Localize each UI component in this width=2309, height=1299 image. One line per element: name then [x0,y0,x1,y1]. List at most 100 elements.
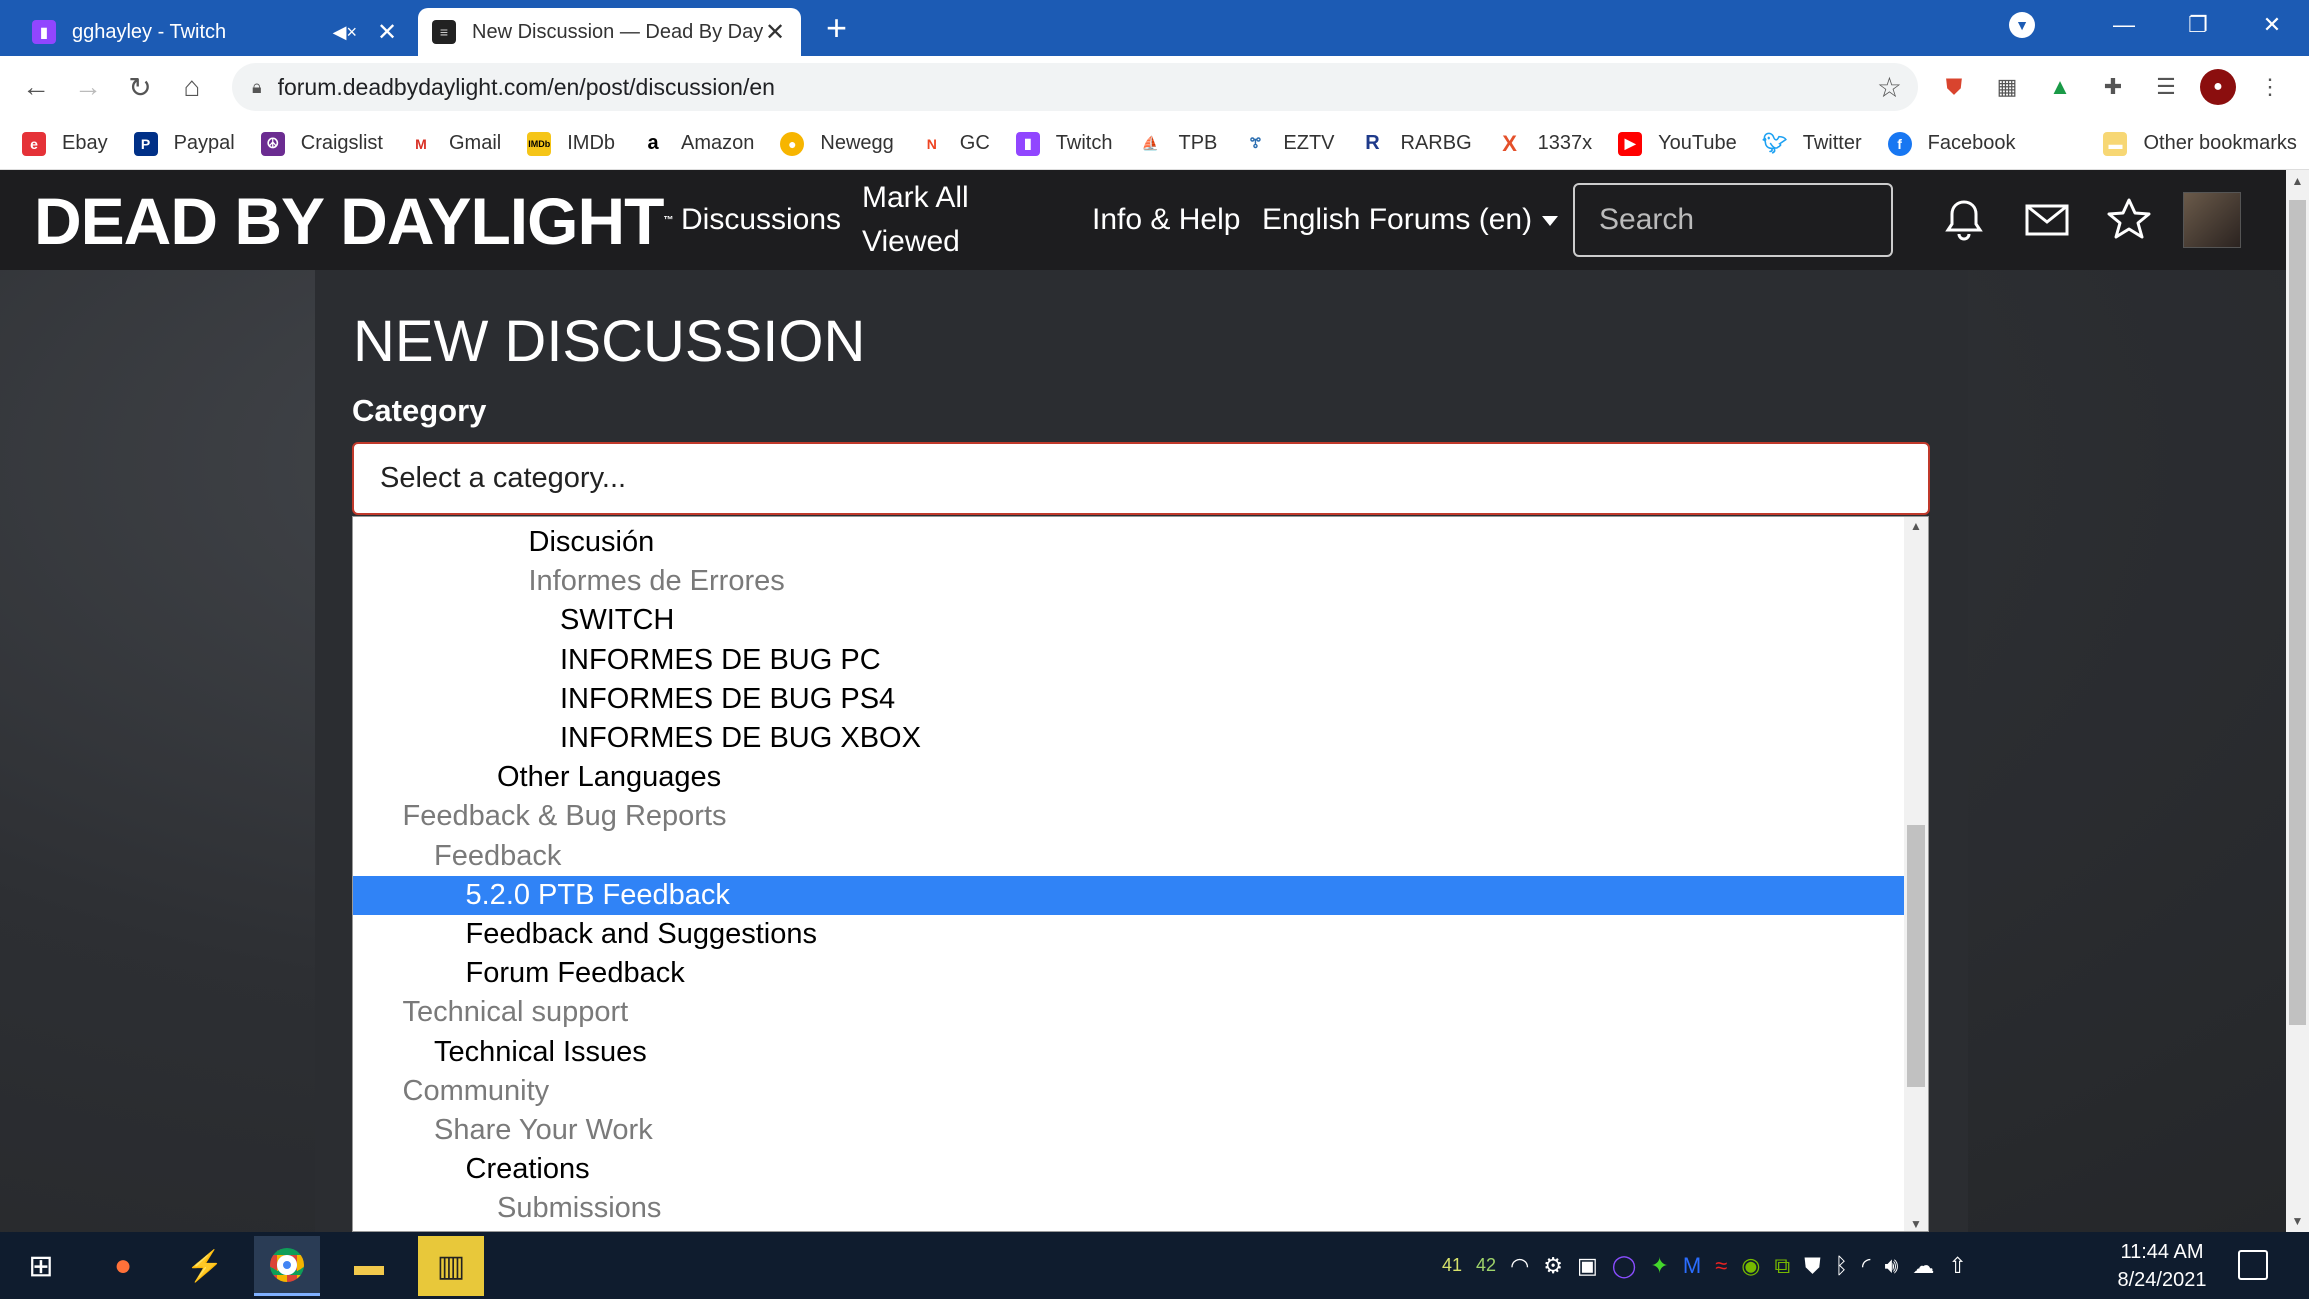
chart-app-icon[interactable]: ▥ [418,1236,484,1296]
tab-twitch[interactable]: ▮ gghayley - Twitch ◀× ✕ [18,8,413,56]
dropdown-option[interactable]: INFORMES DE BUG PC [353,641,1904,680]
epic-games-icon[interactable]: ▣ [1577,1253,1598,1279]
other-bookmarks[interactable]: ▬ Other bookmarks [2103,131,2297,156]
bookmark-ebay[interactable]: e Ebay [22,131,108,156]
page-scrollbar[interactable]: ▲ ▼ [2286,170,2309,1232]
shield-extension-icon[interactable]: ⛊ [1935,68,1973,106]
nvidia-share-icon[interactable]: ⧉ [1774,1253,1790,1279]
windows-start-icon[interactable]: ⊞ [8,1236,74,1296]
arc-icon[interactable]: ◠ [1510,1253,1529,1279]
bookmark-newegg[interactable]: ● Newegg [780,131,894,156]
volume-icon[interactable]: 🔊︎ [1884,1253,1898,1279]
bell-icon[interactable] [1940,196,1988,244]
malwarebytes-icon[interactable]: M [1683,1253,1701,1279]
close-window-button[interactable]: ✕ [2235,12,2309,38]
menu-kebab-icon[interactable]: ⋮ [2251,68,2289,106]
mail-icon[interactable] [2023,196,2071,244]
new-tab-button[interactable]: + [826,10,847,46]
system-clock[interactable]: 11:44 AM 8/24/2021 [2112,1238,2212,1294]
bookmark-1337x[interactable]: X 1337x [1497,131,1592,156]
dropdown-option-selected[interactable]: 5.2.0 PTB Feedback [353,875,1904,915]
razer-icon[interactable]: ✦ [1650,1253,1668,1279]
home-button[interactable]: ⌂ [166,71,218,103]
back-button[interactable]: ← [10,71,62,103]
twitch-icon: ▮ [32,20,56,44]
url-text[interactable]: forum.deadbydaylight.com/en/post/discuss… [278,74,1877,101]
dropdown-option[interactable]: Creations [353,1150,1904,1189]
restore-button[interactable]: ❐ [2161,12,2235,38]
bookmark-gc[interactable]: N GC [919,131,990,156]
bookmark-gmail[interactable]: M Gmail [409,131,501,156]
cpu-temp-readout[interactable]: 41 [1442,1255,1462,1276]
category-select[interactable]: Select a category... [352,442,1930,515]
site-logo[interactable]: DEAD BY DAYLIGHT™ [34,186,673,256]
scroll-down-arrow[interactable]: ▼ [1904,1217,1928,1231]
wifi-icon[interactable]: ◜ [1862,1253,1871,1279]
drive-extension-icon[interactable]: ▲ [2041,68,2079,106]
reading-list-icon[interactable]: ☰ [2147,68,2185,106]
nav-discussions[interactable]: Discussions [681,198,841,242]
nav-info-help[interactable]: Info & Help [1092,198,1240,242]
steam-icon[interactable]: ⚙ [1543,1253,1563,1279]
scroll-up-arrow[interactable]: ▲ [1904,519,1928,533]
dropdown-option[interactable]: Discusión [353,523,1904,562]
bookmark-rarbg[interactable]: R RARBG [1360,131,1472,156]
bookmark-craigslist[interactable]: ☮ Craigslist [260,131,383,156]
dropdown-scrollbar[interactable]: ▲ ▼ [1904,517,1928,1231]
page-scroll-up-arrow[interactable]: ▲ [2286,174,2309,188]
forward-button[interactable]: → [62,71,114,103]
bluetooth-icon[interactable]: ᛒ [1835,1253,1848,1279]
puzzle-extension-icon[interactable]: ▦ [1988,68,2026,106]
address-bar[interactable]: 🔒︎ forum.deadbydaylight.com/en/post/disc… [232,63,1918,111]
minimize-button[interactable]: — [2087,12,2161,38]
dropdown-option[interactable]: SWITCH [353,601,1904,640]
thunder-app-icon[interactable]: ⚡ [172,1236,238,1296]
page-scroll-down-arrow[interactable]: ▼ [2286,1214,2309,1228]
onedrive-icon[interactable]: ☁ [1912,1253,1934,1279]
circle-app-icon[interactable]: ◯ [1612,1253,1637,1279]
user-avatar[interactable] [2183,192,2241,248]
gpu-temp-readout[interactable]: 42 [1476,1255,1496,1276]
bookmark-star-icon[interactable]: ☆ [1877,71,1902,104]
bookmark-facebook[interactable]: f Facebook [1887,131,2015,156]
chrome-icon[interactable] [254,1236,320,1296]
close-tab-icon[interactable]: ✕ [375,18,399,47]
speaker-muted-icon[interactable]: ◀× [333,22,357,43]
dropdown-option[interactable]: Other Languages [353,758,1904,797]
close-tab-icon[interactable]: ✕ [763,18,787,47]
tab-new-discussion[interactable]: ≡ New Discussion — Dead By Dayli ✕ [418,8,801,56]
tab-search-icon[interactable]: ▼ [2009,12,2035,38]
bookmark-eztv[interactable]: ꔅ EZTV [1243,131,1335,156]
nav-mark-all-line2: Viewed [862,225,960,258]
upload-cloud-icon[interactable]: ⇧ [1948,1253,1966,1279]
bookmark-twitch[interactable]: ▮ Twitch [1015,131,1112,156]
site-search-input[interactable] [1573,183,1893,257]
firefox-icon[interactable]: ● [90,1236,156,1296]
security-shield-icon[interactable]: ⛊ [1804,1253,1821,1279]
dropdown-option[interactable]: INFORMES DE BUG XBOX [353,719,1904,758]
bookmark-youtube[interactable]: ▶ YouTube [1618,131,1737,156]
reload-button[interactable]: ↻ [114,71,166,104]
dropdown-option[interactable]: Feedback and Suggestions [353,915,1904,954]
nav-forums-dropdown[interactable]: English Forums (en) [1262,198,1558,242]
notification-center-icon[interactable] [2238,1250,2268,1280]
bookmark-paypal[interactable]: P Paypal [133,131,235,156]
category-dropdown-list[interactable]: Discusión Informes de Errores SWITCH INFORM… [352,516,1929,1232]
extensions-icon[interactable]: ✚ [2094,68,2132,106]
dropdown-option[interactable]: Forum Feedback [353,954,1904,993]
msi-dragon-icon[interactable]: ≈ [1715,1253,1727,1279]
profile-avatar[interactable]: ● [2200,69,2236,105]
dropdown-scroll-thumb[interactable] [1907,825,1925,1087]
star-icon[interactable] [2105,196,2153,244]
file-explorer-icon[interactable]: ▬ [336,1236,402,1296]
dropdown-option[interactable]: INFORMES DE BUG PS4 [353,680,1904,719]
bookmark-amazon[interactable]: a Amazon [641,131,754,156]
nvidia-icon[interactable]: ◉ [1741,1253,1760,1279]
bookmark-tpb[interactable]: ⛵ TPB [1138,131,1217,156]
bookmark-twitter[interactable]: 🐦︎ Twitter [1762,131,1862,156]
nav-mark-all-viewed[interactable]: Mark All Viewed [862,176,969,264]
dropdown-option[interactable]: Technical Issues [353,1033,1904,1072]
bookmark-imdb[interactable]: IMDb IMDb [527,131,615,156]
lock-icon[interactable]: 🔒︎ [252,77,262,98]
page-scroll-thumb[interactable] [2289,200,2306,1025]
